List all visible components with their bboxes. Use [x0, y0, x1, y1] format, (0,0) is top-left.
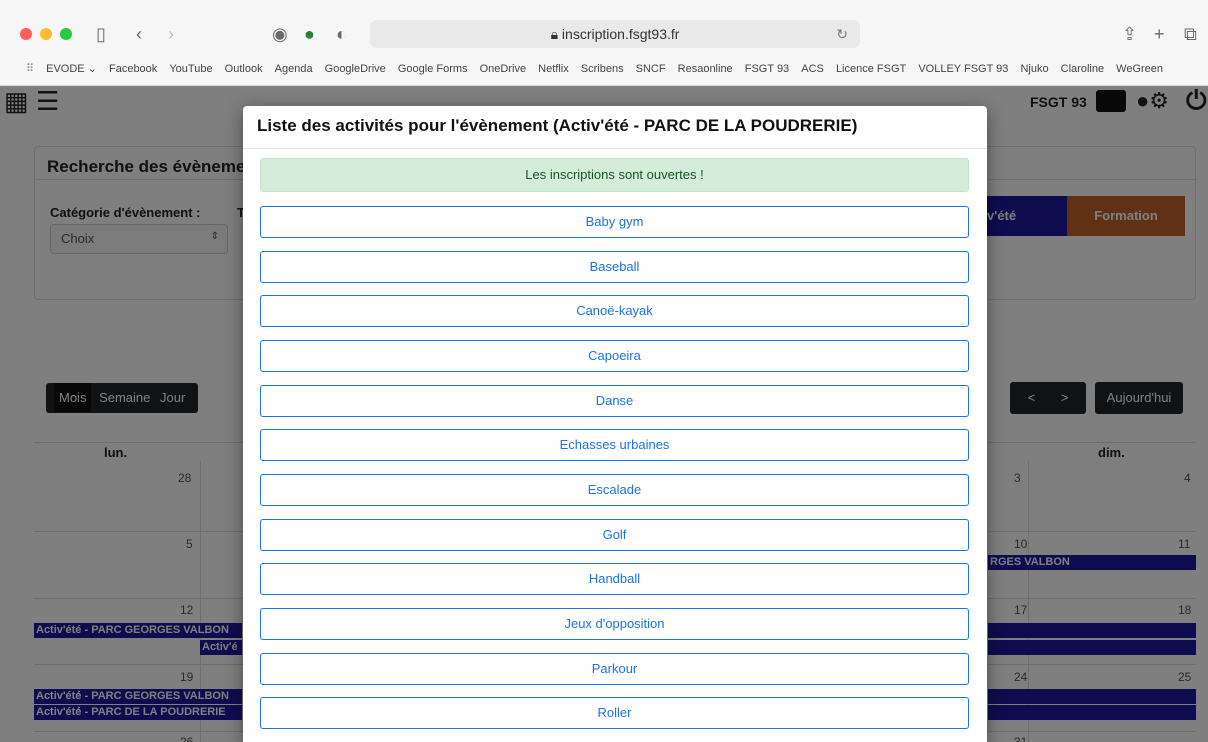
- shield-icon[interactable]: ◐: [336, 25, 347, 43]
- share-icon[interactable]: ⇪: [1122, 25, 1137, 43]
- divider: [243, 148, 987, 149]
- bookmark[interactable]: Google Forms: [398, 63, 468, 75]
- bookmark[interactable]: Agenda: [275, 63, 313, 75]
- activity-button[interactable]: Roller: [260, 697, 969, 729]
- extension-icon[interactable]: ◉: [272, 25, 288, 43]
- bookmarks-bar: ⠿ EVODE ⌄ Facebook YouTube Outlook Agend…: [0, 62, 1208, 84]
- bookmark[interactable]: OneDrive: [480, 63, 526, 75]
- bookmark[interactable]: Claroline: [1061, 63, 1104, 75]
- zoom-window-button[interactable]: [60, 28, 72, 40]
- bookmark[interactable]: FSGT 93: [745, 63, 789, 75]
- activity-button[interactable]: Golf: [260, 519, 969, 551]
- activity-button[interactable]: Jeux d'opposition: [260, 608, 969, 640]
- bookmark[interactable]: WeGreen: [1116, 63, 1163, 75]
- bookmark[interactable]: GoogleDrive: [325, 63, 386, 75]
- bookmark[interactable]: Resaonline: [678, 63, 733, 75]
- ghostery-icon[interactable]: ●: [304, 25, 315, 43]
- url-text: inscription.fsgt93.fr: [561, 26, 680, 42]
- tabs-overview-icon[interactable]: ⧉: [1184, 25, 1197, 43]
- close-window-button[interactable]: [20, 28, 32, 40]
- activity-button[interactable]: Capoeira: [260, 340, 969, 372]
- activity-button[interactable]: Baseball: [260, 251, 969, 283]
- bookmark[interactable]: EVODE ⌄: [46, 62, 97, 75]
- activity-button[interactable]: Parkour: [260, 653, 969, 685]
- activities-modal: Liste des activités pour l'évènement (Ac…: [243, 106, 987, 742]
- lock-icon: 🔒︎: [550, 26, 562, 42]
- bookmark[interactable]: Outlook: [225, 63, 263, 75]
- bookmark[interactable]: SNCF: [636, 63, 666, 75]
- browser-toolbar: ▯ ‹ › ◉ ● ◐ 🔒︎ inscription.fsgt93.fr ↻ ⇪…: [0, 0, 1208, 86]
- bookmark[interactable]: Licence FSGT: [836, 63, 906, 75]
- address-bar[interactable]: 🔒︎ inscription.fsgt93.fr ↻: [370, 20, 860, 48]
- bookmark[interactable]: ACS: [801, 63, 824, 75]
- activity-button[interactable]: Escalade: [260, 474, 969, 506]
- activity-button[interactable]: Handball: [260, 563, 969, 595]
- registration-open-alert: Les inscriptions sont ouvertes !: [260, 158, 969, 192]
- activity-button[interactable]: Danse: [260, 385, 969, 417]
- reload-icon[interactable]: ↻: [836, 20, 848, 48]
- bookmark[interactable]: Facebook: [109, 63, 157, 75]
- activity-button[interactable]: Canoë-kayak: [260, 295, 969, 327]
- activity-button[interactable]: Echasses urbaines: [260, 429, 969, 461]
- page-content: ▦ ☰ FSGT 93 ●⚙ ⏻ Recherche des évènemen …: [0, 86, 1208, 742]
- minimize-window-button[interactable]: [40, 28, 52, 40]
- new-tab-icon[interactable]: +: [1154, 25, 1165, 43]
- bookmark[interactable]: Scribens: [581, 63, 624, 75]
- activity-button[interactable]: Baby gym: [260, 206, 969, 238]
- bookmark[interactable]: YouTube: [169, 63, 212, 75]
- sidebar-icon[interactable]: ▯: [96, 25, 106, 43]
- bookmark[interactable]: Njuko: [1020, 63, 1048, 75]
- apps-grid-icon[interactable]: ⠿: [26, 62, 34, 75]
- back-icon[interactable]: ‹: [136, 25, 142, 43]
- bookmark[interactable]: VOLLEY FSGT 93: [918, 63, 1008, 75]
- modal-title: Liste des activités pour l'évènement (Ac…: [257, 116, 858, 135]
- forward-icon[interactable]: ›: [168, 25, 174, 43]
- bookmark[interactable]: Netflix: [538, 63, 569, 75]
